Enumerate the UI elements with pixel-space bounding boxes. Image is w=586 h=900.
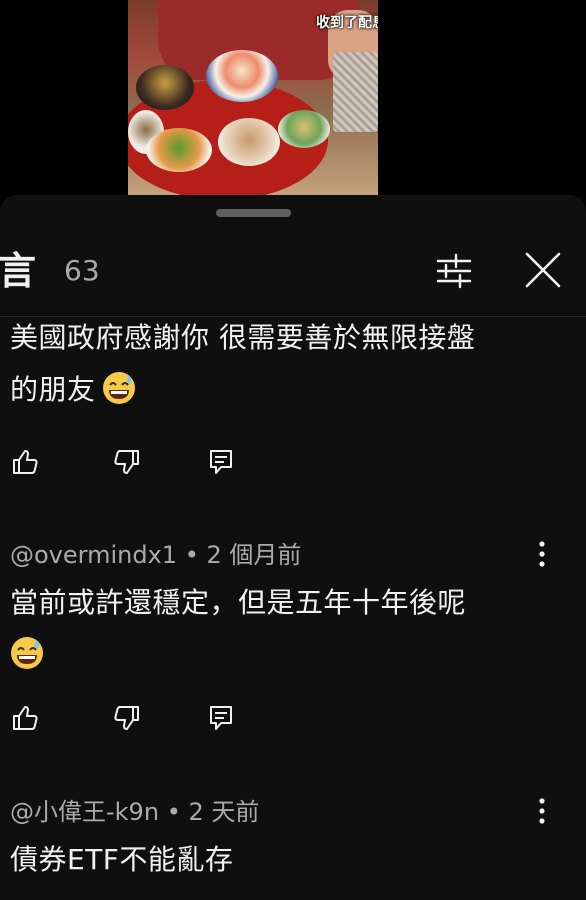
- more-options-button[interactable]: [530, 794, 554, 828]
- comments-header: 言 63: [0, 235, 586, 315]
- thumbs-down-icon: [114, 706, 139, 730]
- thumbs-up-icon: [13, 706, 38, 730]
- comment-text: 當前或許還穩定，但是五年十年後呢: [10, 577, 570, 681]
- comment-actions: [0, 703, 300, 743]
- close-button[interactable]: [520, 247, 566, 293]
- comments-sheet: 言 63 美國政府感謝你 很需要善於無限接盤 的朋友 @overmindx1 •…: [0, 195, 586, 900]
- comment-line: 的朋友: [10, 373, 96, 406]
- reply-icon: [210, 450, 232, 474]
- filter-button[interactable]: [432, 249, 476, 293]
- more-vertical-icon: [539, 541, 545, 567]
- comment-line: 債券ETF不能亂存: [10, 843, 234, 876]
- grinning-sweat-emoji: [10, 635, 44, 669]
- natto-bowl: [218, 118, 280, 166]
- comment-item: @小偉王-k9n • 2 天前 債券ETF不能亂存: [0, 782, 586, 900]
- thumbs-up-icon: [13, 450, 38, 474]
- vegetable-bowl: [146, 128, 212, 172]
- dislike-button[interactable]: [112, 703, 146, 737]
- video-caption: 收到了配息通知: [316, 15, 378, 31]
- separator-dot: •: [184, 541, 199, 569]
- comment-actions: [0, 447, 300, 487]
- drag-handle[interactable]: [216, 209, 291, 217]
- reply-button[interactable]: [206, 447, 240, 481]
- reply-button[interactable]: [206, 703, 240, 737]
- comment-author-line: @小偉王-k9n • 2 天前: [10, 792, 259, 827]
- dislike-button[interactable]: [112, 447, 146, 481]
- thumbs-down-icon: [114, 450, 139, 474]
- like-button[interactable]: [10, 447, 44, 481]
- grinning-sweat-emoji: [102, 370, 136, 404]
- more-options-button[interactable]: [530, 537, 554, 571]
- tofu-dish: [278, 110, 330, 148]
- comment-author[interactable]: @overmindx1: [10, 541, 177, 569]
- video-player[interactable]: 收到了配息通知: [0, 0, 586, 195]
- more-vertical-icon: [539, 798, 545, 824]
- reply-icon: [210, 706, 232, 730]
- video-frame[interactable]: 收到了配息通知: [128, 0, 378, 195]
- like-button[interactable]: [10, 703, 44, 737]
- comment-text: 債券ETF不能亂存: [10, 834, 570, 886]
- comment-age: 2 天前: [188, 798, 260, 826]
- comment-author-line: @overmindx1 • 2 個月前: [10, 535, 301, 570]
- comment-line: 當前或許還穩定，但是五年十年後呢: [10, 586, 467, 619]
- close-icon: [525, 252, 561, 288]
- comments-title: 言: [0, 249, 37, 293]
- miso-soup-bowl: [136, 65, 194, 110]
- basket: [333, 52, 378, 132]
- rice-bowl: [206, 50, 278, 102]
- comment-age: 2 個月前: [206, 541, 302, 569]
- comment-item: @overmindx1 • 2 個月前 當前或許還穩定，但是五年十年後呢: [0, 525, 586, 755]
- comments-count: 63: [64, 254, 100, 287]
- comment-line: 美國政府感謝你 很需要善於無限接盤: [10, 321, 476, 354]
- comment-author[interactable]: @小偉王-k9n: [10, 798, 159, 826]
- comment-text: 美國政府感謝你 很需要善於無限接盤 的朋友: [10, 312, 570, 416]
- comment-item: 美國政府感謝你 很需要善於無限接盤 的朋友: [0, 312, 586, 492]
- separator-dot: •: [166, 798, 181, 826]
- filter-sliders-icon: [436, 253, 472, 289]
